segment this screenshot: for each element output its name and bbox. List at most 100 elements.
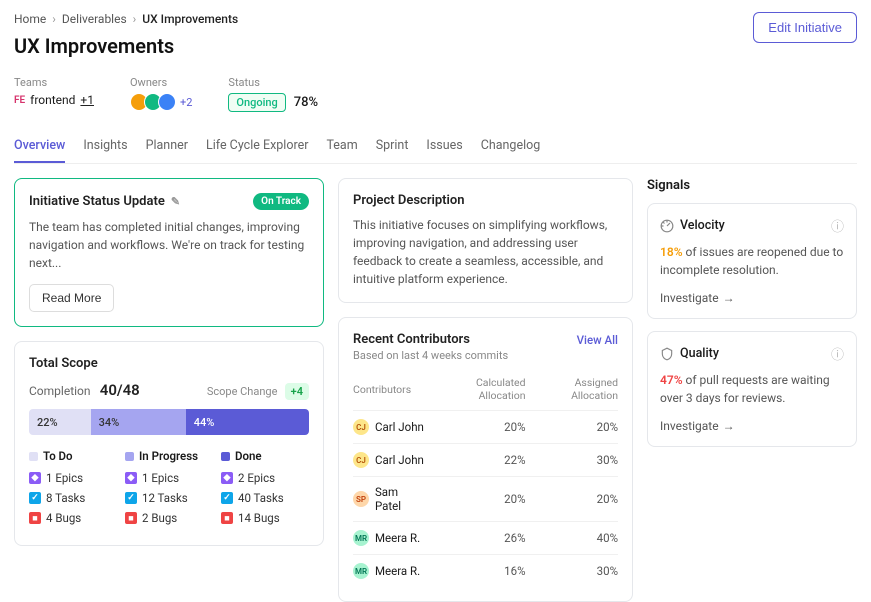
contributor-name: Meera R.	[375, 564, 420, 578]
project-description-card: Project Description This initiative focu…	[338, 178, 633, 303]
progress-inprogress: 34%	[91, 409, 186, 435]
contributor-name: Meera R.	[375, 531, 420, 545]
page-title: UX Improvements	[14, 34, 238, 58]
status-card-body: The team has completed initial changes, …	[29, 218, 309, 272]
avatar: MR	[353, 530, 369, 546]
contributors-table: Contributors Calculated Allocation Assig…	[353, 372, 618, 587]
tab-sprint[interactable]: Sprint	[376, 132, 409, 163]
contributors-subtitle: Based on last 4 weeks commits	[353, 349, 618, 362]
th-assigned: Assigned Allocation	[526, 372, 618, 411]
tab-changelog[interactable]: Changelog	[481, 132, 541, 163]
table-row[interactable]: MRMeera R.26%40%	[353, 522, 618, 555]
completion-label: Completion	[29, 384, 91, 398]
chevron-right-icon: ›	[52, 12, 56, 26]
assigned-allocation: 30%	[526, 555, 618, 588]
on-track-badge: On Track	[253, 193, 309, 210]
crumb-home[interactable]: Home	[14, 12, 46, 26]
team-badge: FE	[14, 95, 25, 106]
table-row[interactable]: CJCarl John20%20%	[353, 411, 618, 444]
team-more[interactable]: +1	[80, 93, 94, 107]
table-row[interactable]: CJCarl John22%30%	[353, 444, 618, 477]
todo-bugs: 4 Bugs	[46, 511, 81, 525]
contributor-name: Carl John	[375, 420, 424, 434]
teams-label: Teams	[14, 76, 94, 89]
tabs: Overview Insights Planner Life Cycle Exp…	[14, 132, 857, 164]
velocity-name: Velocity	[680, 218, 725, 233]
epic-icon: ◆	[221, 472, 233, 484]
th-contributors: Contributors	[353, 372, 427, 411]
done-epics: 2 Epics	[238, 471, 275, 485]
th-calc: Calculated Allocation	[427, 372, 526, 411]
contributors-card: Recent Contributors View All Based on la…	[338, 317, 633, 602]
crumb-current: UX Improvements	[142, 12, 238, 26]
square-icon	[221, 452, 230, 461]
team-name[interactable]: frontend	[30, 93, 75, 107]
task-icon: ✓	[125, 492, 137, 504]
breadcrumb: Home › Deliverables › UX Improvements	[14, 12, 238, 26]
contributor-name: Carl John	[375, 453, 424, 467]
epic-icon: ◆	[125, 472, 137, 484]
tab-issues[interactable]: Issues	[426, 132, 462, 163]
tab-insights[interactable]: Insights	[83, 132, 127, 163]
read-more-button[interactable]: Read More	[29, 284, 114, 312]
gauge-icon	[660, 219, 674, 233]
tab-planner[interactable]: Planner	[146, 132, 188, 163]
calc-allocation: 20%	[427, 411, 526, 444]
calc-allocation: 20%	[427, 477, 526, 522]
investigate-link[interactable]: Investigate→	[660, 419, 735, 433]
assigned-allocation: 30%	[526, 444, 618, 477]
table-row[interactable]: SPSam Patel20%20%	[353, 477, 618, 522]
calc-allocation: 26%	[427, 522, 526, 555]
teams-block: Teams FE frontend +1	[14, 76, 94, 107]
status-tag: Ongoing	[228, 93, 285, 112]
bug-icon: ■	[125, 512, 137, 524]
pencil-icon[interactable]: ✎	[171, 195, 180, 208]
tab-life-cycle[interactable]: Life Cycle Explorer	[206, 132, 308, 163]
owner-avatars[interactable]	[130, 93, 176, 111]
edit-initiative-button[interactable]: Edit Initiative	[753, 12, 857, 43]
prog-bugs: 2 Bugs	[142, 511, 177, 525]
avatar: CJ	[353, 452, 369, 468]
info-icon[interactable]: ⓘ	[831, 216, 844, 235]
owners-label: Owners	[130, 76, 192, 89]
info-icon[interactable]: ⓘ	[831, 344, 844, 363]
chevron-right-icon: ›	[133, 12, 137, 26]
tab-team[interactable]: Team	[326, 132, 357, 163]
total-scope-card: Total Scope Completion 40/48 Scope Chang…	[14, 341, 324, 546]
col-done-label: Done	[235, 449, 262, 463]
desc-body: This initiative focuses on simplifying w…	[353, 216, 618, 288]
task-icon: ✓	[29, 492, 41, 504]
velocity-signal-card: Velocity ⓘ 18% of issues are reopened du…	[647, 203, 857, 319]
avatar	[158, 93, 176, 111]
status-percent: 78%	[294, 95, 318, 110]
quality-signal-card: Quality ⓘ 47% of pull requests are waiti…	[647, 331, 857, 447]
prog-tasks: 12 Tasks	[142, 491, 188, 505]
velocity-text: 18% of issues are reopened due to incomp…	[660, 243, 844, 279]
view-all-link[interactable]: View All	[577, 333, 618, 347]
scope-title: Total Scope	[29, 356, 309, 371]
task-icon: ✓	[221, 492, 233, 504]
avatar: MR	[353, 563, 369, 579]
square-icon	[29, 452, 38, 461]
todo-tasks: 8 Tasks	[46, 491, 85, 505]
signals-title: Signals	[647, 178, 857, 193]
owners-more[interactable]: +2	[180, 96, 192, 109]
arrow-right-icon: →	[723, 291, 735, 305]
epic-icon: ◆	[29, 472, 41, 484]
todo-epics: 1 Epics	[46, 471, 83, 485]
progress-todo: 22%	[29, 409, 91, 435]
assigned-allocation: 20%	[526, 477, 618, 522]
scope-change-badge: +4	[285, 383, 309, 400]
contributor-name: Sam Patel	[375, 485, 427, 513]
table-row[interactable]: MRMeera R.16%30%	[353, 555, 618, 588]
owners-block: Owners +2	[130, 76, 192, 111]
progress-done: 44%	[186, 409, 309, 435]
done-bugs: 14 Bugs	[238, 511, 280, 525]
assigned-allocation: 20%	[526, 411, 618, 444]
square-icon	[125, 452, 134, 461]
investigate-link[interactable]: Investigate→	[660, 291, 735, 305]
crumb-deliverables[interactable]: Deliverables	[62, 12, 127, 26]
tab-overview[interactable]: Overview	[14, 132, 65, 163]
quality-text: 47% of pull requests are waiting over 3 …	[660, 371, 844, 407]
bug-icon: ■	[221, 512, 233, 524]
